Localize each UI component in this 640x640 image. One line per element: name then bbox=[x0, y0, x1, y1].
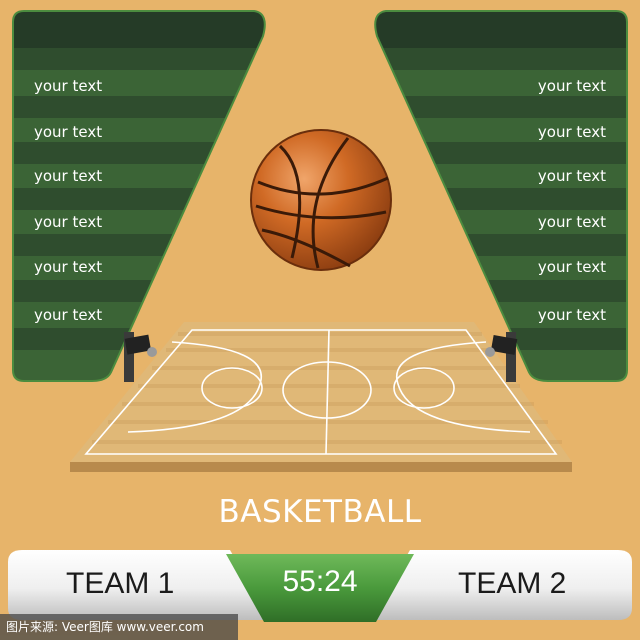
left-board-row: your text bbox=[34, 167, 103, 185]
left-board-row: your text bbox=[34, 77, 103, 95]
right-board-row: your text bbox=[537, 258, 606, 276]
right-board-row: your text bbox=[537, 306, 606, 324]
right-board-row: your text bbox=[537, 123, 606, 141]
watermark: 图片来源: Veer图库 www.veer.com bbox=[0, 614, 238, 640]
left-board-row: your text bbox=[34, 258, 103, 276]
basketball-court bbox=[70, 322, 572, 472]
left-board-row: your text bbox=[34, 306, 103, 324]
team1-label: TEAM 1 bbox=[66, 567, 175, 600]
right-board-row: your text bbox=[537, 167, 606, 185]
page-title: BASKETBALL bbox=[218, 494, 422, 530]
right-board-row: your text bbox=[537, 77, 606, 95]
basketball-icon bbox=[250, 129, 392, 271]
team2-label: TEAM 2 bbox=[458, 567, 567, 600]
game-clock: 55:24 bbox=[282, 565, 358, 598]
right-board-row: your text bbox=[537, 213, 606, 231]
left-board-row: your text bbox=[34, 123, 103, 141]
left-board-row: your text bbox=[34, 213, 103, 231]
